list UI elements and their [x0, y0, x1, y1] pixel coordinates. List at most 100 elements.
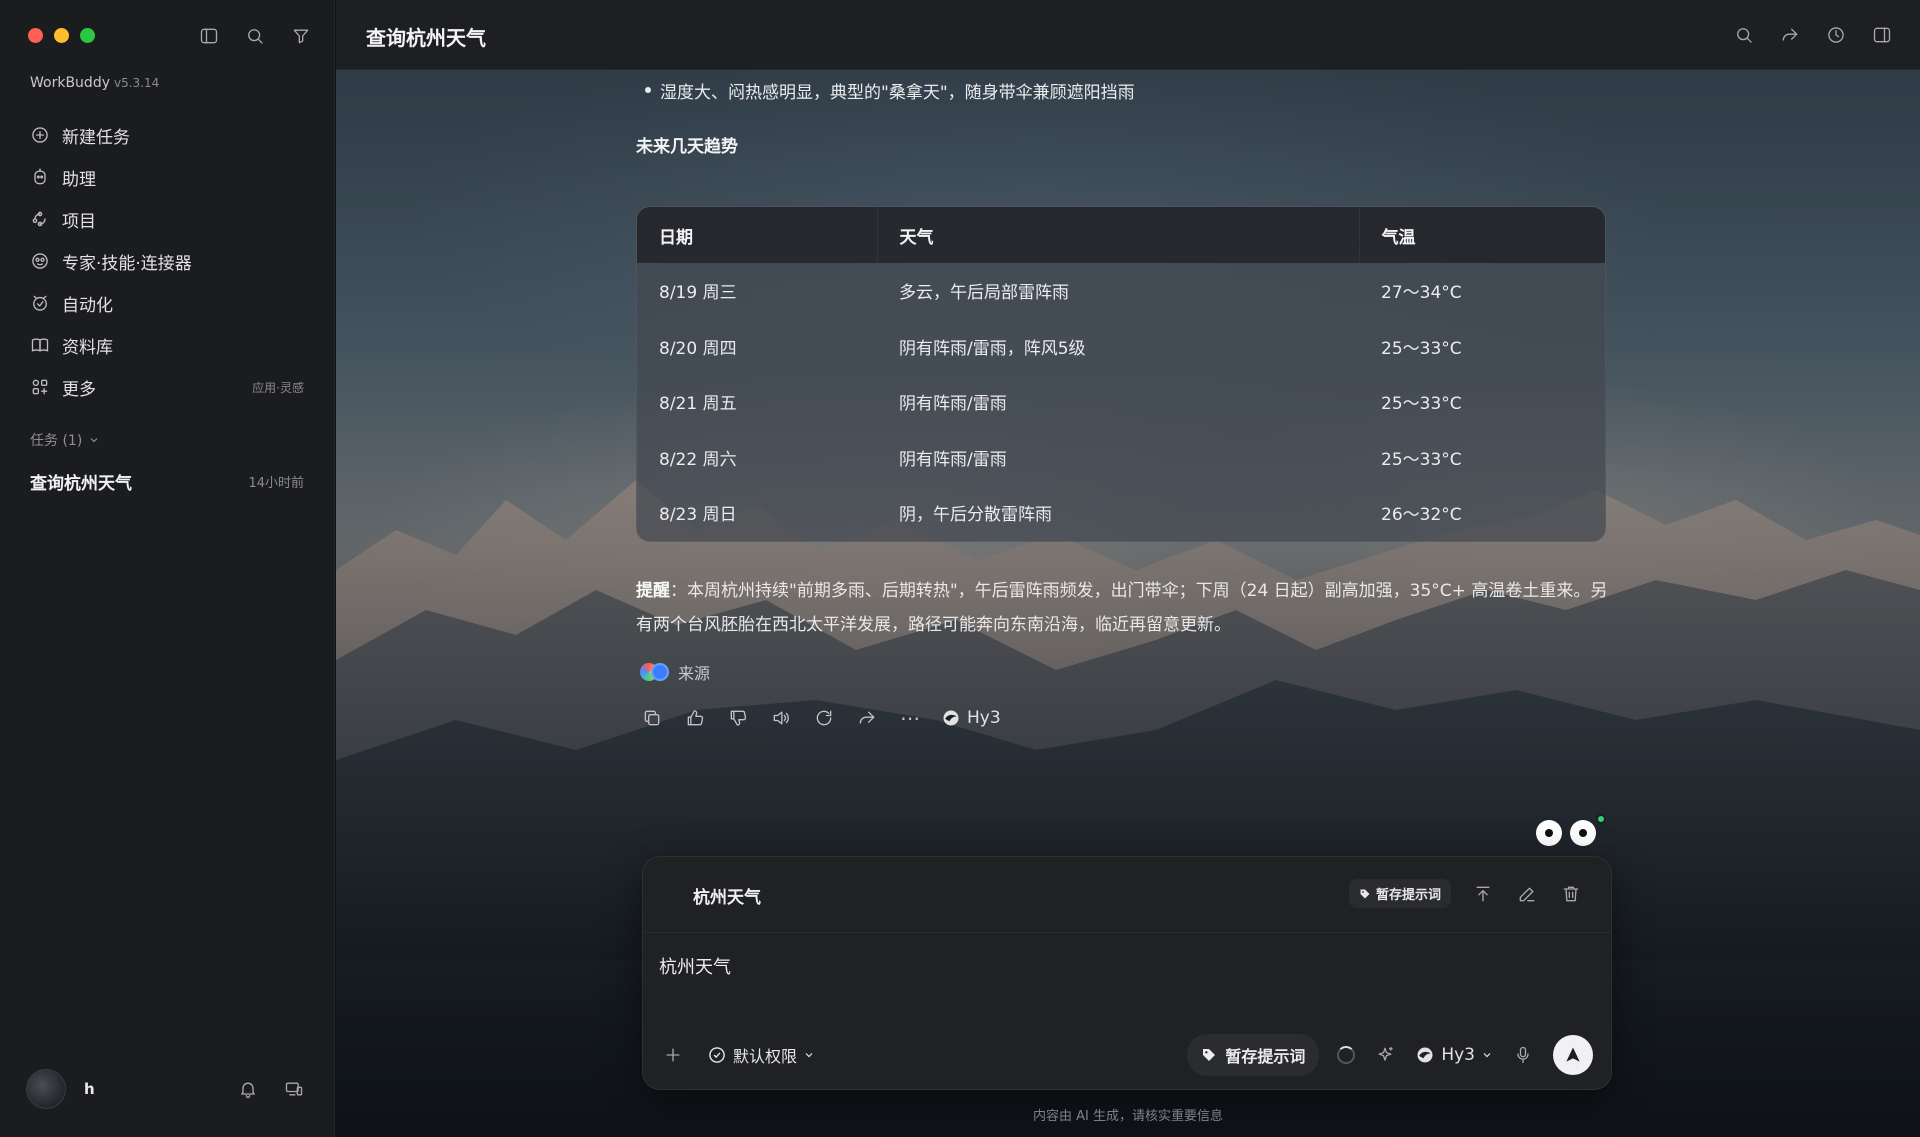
- user-name: h: [84, 1080, 95, 1098]
- nav-library[interactable]: 资料库: [30, 324, 310, 366]
- nav-label: 新建任务: [62, 127, 130, 148]
- reminder-label: 提醒: [636, 581, 670, 601]
- nav-project[interactable]: 项目: [30, 198, 310, 240]
- shield-check-icon: [709, 1047, 725, 1063]
- table-cell: 25～33°C: [1381, 394, 1462, 415]
- reminder-text: ：本周杭州持续"前期多雨、后期转热"，午后雷阵雨频发，出门带伞；下周（24 日起…: [636, 581, 1608, 635]
- table-cell: 8/21 周五: [659, 394, 737, 415]
- nav-label: 自动化: [62, 295, 113, 316]
- sidebar-footer-tools: [236, 1077, 306, 1101]
- add-icon[interactable]: [661, 1043, 685, 1067]
- bullet-text: 湿度大、闷热感明显，典型的"桑拿天"，随身带伞兼顾遮阳挡雨: [645, 78, 1135, 103]
- nav-label: 更多: [62, 379, 96, 400]
- trash-icon[interactable]: [1559, 882, 1583, 906]
- table-cell: 阴，午后分散雷阵雨: [899, 505, 1052, 526]
- user-profile[interactable]: h: [26, 1069, 95, 1109]
- eye-right: [1570, 820, 1596, 846]
- tag-icon: [1203, 1049, 1216, 1061]
- model-name: Hy3: [1441, 1045, 1475, 1065]
- nav-new-task[interactable]: 新建任务: [30, 114, 310, 156]
- sidebar-toolbar: [197, 24, 313, 48]
- section-heading: 未来几天趋势: [636, 137, 738, 157]
- microphone-icon[interactable]: [1511, 1043, 1535, 1067]
- model-tag: Hy3: [941, 708, 1001, 728]
- sidebar-nav: 新建任务 助理 项目 专家·技能·连接器 自动化 资料库 更多 应用·灵感: [30, 114, 310, 408]
- task-time: 14小时前: [248, 475, 304, 491]
- table-cell: 25～33°C: [1381, 449, 1462, 470]
- nav-automation[interactable]: 自动化: [30, 282, 310, 324]
- composer-title: 杭州天气: [693, 888, 761, 908]
- save-prompt-tag-button[interactable]: 暂存提示词: [1348, 879, 1451, 908]
- nav-more[interactable]: 更多 应用·灵感: [30, 366, 310, 408]
- zoom-window-button[interactable]: [80, 28, 95, 43]
- chevron-down-icon: [805, 1053, 813, 1058]
- send-arrow-icon: [1566, 1047, 1580, 1062]
- table-cell: 26～32°C: [1381, 505, 1462, 526]
- chevron-down-icon: [1483, 1053, 1491, 1058]
- sidebar: WorkBuddy v5.3.14 新建任务 助理 项目 专家·技能·连接器 自动…: [0, 0, 335, 1137]
- mascot-eyes-icon[interactable]: [1536, 820, 1596, 846]
- pin-top-icon[interactable]: [1471, 882, 1495, 906]
- model-selector[interactable]: Hy3: [1415, 1045, 1493, 1065]
- nav-meta: 应用·灵感: [252, 380, 304, 395]
- thumbs-up-icon[interactable]: [683, 706, 707, 730]
- table-row: 8/20 周四 阴有阵雨/雷雨，阵风5级 25～33°C: [637, 319, 1605, 375]
- forecast-table: 日期 天气 气温 8/19 周三 多云，午后局部雷阵雨 27～34°C 8/20…: [636, 206, 1606, 542]
- table-cell: 阴有阵雨/雷雨: [899, 394, 1007, 415]
- save-prompt-label: 暂存提示词: [1225, 1047, 1306, 1066]
- toggle-sidebar-icon[interactable]: [197, 24, 221, 48]
- nav-experts[interactable]: 专家·技能·连接器: [30, 240, 310, 282]
- composer-input[interactable]: 杭州天气: [659, 953, 731, 979]
- avatar: [26, 1069, 66, 1109]
- copy-icon[interactable]: [640, 706, 664, 730]
- devices-icon[interactable]: [282, 1077, 306, 1101]
- nav-assistant[interactable]: 助理: [30, 156, 310, 198]
- thumbs-down-icon[interactable]: [726, 706, 750, 730]
- history-icon[interactable]: [1824, 23, 1848, 47]
- bell-icon[interactable]: [236, 1077, 260, 1101]
- title-bar: 查询杭州天气: [336, 0, 1920, 70]
- share-icon[interactable]: [1778, 23, 1802, 47]
- task-title: 查询杭州天气: [30, 473, 132, 494]
- source-label: 来源: [678, 664, 711, 683]
- window-controls: [28, 28, 95, 43]
- eye-left: [1536, 820, 1562, 846]
- composer: 杭州天气 暂存提示词 杭州天气 默认权限 暂存提示词 Hy3: [642, 856, 1612, 1090]
- sparkle-icon[interactable]: [1373, 1043, 1397, 1067]
- close-window-button[interactable]: [28, 28, 43, 43]
- reminder-paragraph: 提醒：本周杭州持续"前期多雨、后期转热"，午后雷阵雨频发，出门带伞；下周（24 …: [636, 574, 1616, 642]
- more-icon[interactable]: ⋯: [898, 706, 922, 730]
- tasks-header-label: 任务 (1): [30, 433, 83, 449]
- more-grid-icon: [32, 379, 48, 395]
- minimize-window-button[interactable]: [54, 28, 69, 43]
- table-cell: 27～34°C: [1381, 283, 1462, 304]
- share-icon[interactable]: [855, 706, 879, 730]
- edit-icon[interactable]: [1515, 882, 1539, 906]
- toggle-panel-icon[interactable]: [1870, 23, 1894, 47]
- tasks-section-header[interactable]: 任务 (1): [30, 430, 100, 450]
- library-icon: [31, 338, 49, 352]
- plus-circle-icon: [32, 127, 48, 143]
- speaker-icon[interactable]: [769, 706, 793, 730]
- task-item[interactable]: 查询杭州天气 14小时前: [30, 465, 304, 497]
- search-icon[interactable]: [243, 24, 267, 48]
- table-cell: 多云，午后局部雷阵雨: [899, 283, 1069, 304]
- sources-button[interactable]: 来源: [640, 660, 710, 684]
- table-cell: 阴有阵雨/雷雨: [899, 449, 1007, 470]
- save-prompt-button[interactable]: 暂存提示词: [1187, 1034, 1320, 1076]
- filter-icon[interactable]: [289, 24, 313, 48]
- tag-icon: [1360, 889, 1370, 898]
- send-button[interactable]: [1553, 1035, 1593, 1075]
- model-logo-icon: [1417, 1047, 1433, 1063]
- regenerate-icon[interactable]: [812, 706, 836, 730]
- column-header: 日期: [637, 207, 877, 263]
- model-logo-icon: [943, 710, 959, 726]
- nav-label: 专家·技能·连接器: [62, 253, 192, 274]
- model-name: Hy3: [967, 708, 1001, 728]
- search-icon[interactable]: [1732, 23, 1756, 47]
- save-prompt-label: 暂存提示词: [1375, 888, 1441, 903]
- loading-spinner-icon: [1337, 1046, 1356, 1064]
- permission-dropdown[interactable]: 默认权限: [707, 1043, 815, 1067]
- expert-icon: [32, 253, 48, 269]
- message-actions: ⋯ Hy3: [640, 706, 1001, 730]
